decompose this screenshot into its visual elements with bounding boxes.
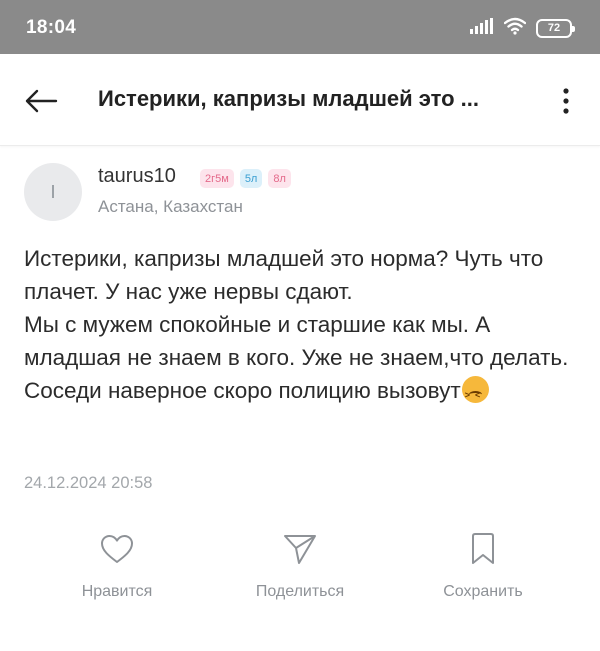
- battery-icon: 72: [536, 18, 575, 38]
- wifi-icon: [503, 17, 527, 40]
- save-button[interactable]: Сохранить: [398, 528, 568, 612]
- more-options-button[interactable]: [550, 80, 582, 122]
- share-button[interactable]: Поделиться: [215, 528, 385, 612]
- heart-icon: [101, 535, 133, 563]
- like-label: Нравится: [81, 583, 153, 600]
- arrow-left-icon: [25, 89, 58, 113]
- bookmark-icon: [472, 533, 494, 564]
- send-icon: [284, 535, 316, 564]
- post-body: Истерики, капризы младшей это норма? Чут…: [24, 242, 580, 412]
- page-title: Истерики, капризы младшей это ...: [98, 86, 480, 111]
- child-age-badge: 5л: [239, 169, 263, 188]
- status-time: 18:04: [26, 17, 77, 38]
- child-age-badges: 2г5м 5л 8л: [200, 169, 291, 188]
- more-vertical-icon: [563, 88, 569, 114]
- like-button[interactable]: Нравится: [32, 528, 202, 612]
- child-age-badge: 8л: [268, 169, 291, 188]
- author-location: Астана, Казахстан: [98, 197, 243, 216]
- share-label: Поделиться: [255, 583, 345, 600]
- author-name[interactable]: taurus10: [98, 165, 176, 188]
- status-bar: 18:04 72: [0, 0, 600, 54]
- child-age-badge: 2г5м: [200, 169, 234, 188]
- post-author[interactable]: I taurus10 2г5м 5л 8л Астана, Казахстан: [24, 163, 584, 223]
- back-button[interactable]: [20, 80, 62, 122]
- save-label: Сохранить: [443, 583, 523, 600]
- status-icons: 72: [470, 14, 575, 42]
- post-text: Истерики, капризы младшей это норма? Чут…: [24, 246, 569, 403]
- app-bar: Истерики, капризы младшей это ...: [0, 54, 600, 146]
- post-actions: Нравится Поделиться Сохранить: [0, 528, 600, 618]
- battery-level: 72: [547, 22, 561, 34]
- post-date: 24.12.2024 20:58: [24, 474, 153, 492]
- avatar[interactable]: I: [24, 163, 82, 221]
- signal-icon: [470, 17, 494, 39]
- confounded-face-icon: [461, 376, 489, 412]
